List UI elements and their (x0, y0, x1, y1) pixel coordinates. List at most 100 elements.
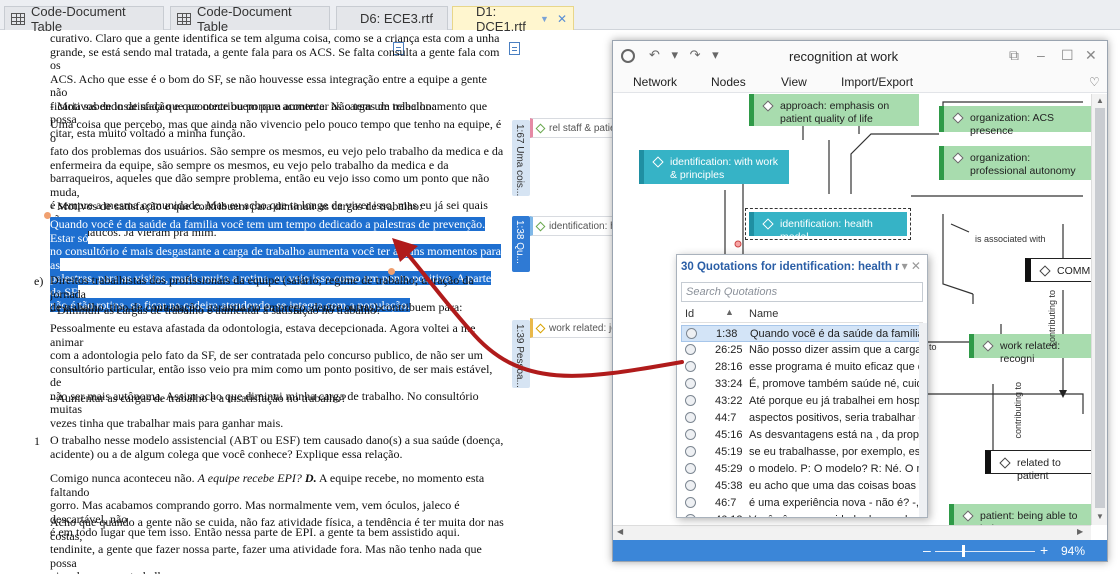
zoom-slider[interactable] (935, 551, 1035, 552)
tab-code-document-table-1[interactable]: Code-Document Table (4, 4, 164, 34)
close-icon[interactable]: ✕ (1085, 47, 1097, 64)
quotation-bar-label: 1:67 Uma cois... (514, 124, 525, 197)
minimize-icon[interactable]: – (1037, 47, 1045, 63)
menu-view[interactable]: View (781, 75, 807, 89)
node-commi[interactable]: COMMI (1025, 258, 1091, 282)
quotation-row[interactable]: 45:38 eu acho que uma das coisas boas tar (681, 478, 923, 495)
quotation-name: esse programa é muito eficaz que é t (749, 361, 923, 373)
quotation-id: 46:7 (715, 497, 737, 509)
window-title: recognition at work (789, 49, 899, 64)
tab-code-document-table-2[interactable]: Code-Document Table (170, 4, 330, 34)
scroll-up-icon[interactable]: ▲ (1096, 96, 1104, 105)
quotation-icon (685, 429, 696, 440)
popup-controls[interactable]: ▾ ✕ (902, 259, 921, 273)
quotation-bar-1-67[interactable]: 1:67 Uma cois... (512, 120, 530, 196)
maximize-icon[interactable]: ☐ (1061, 47, 1074, 64)
scroll-right-icon[interactable]: ▶ (1077, 527, 1083, 536)
quotation-id: 43:22 (715, 395, 743, 407)
app-logo-icon (621, 49, 635, 63)
horizontal-scrollbar[interactable]: ◀ ▶ (613, 525, 1091, 540)
quotation-id: 33:24 (715, 378, 743, 390)
sort-up-icon[interactable]: ▲ (725, 307, 734, 317)
quotation-name: aspectos positivos, seria trabalhar o i (749, 412, 923, 424)
quotation-id: 28:16 (715, 361, 743, 373)
quotation-bar-1-38[interactable]: 1:38 Qu... (512, 216, 530, 272)
quotation-name: eu acho que uma das coisas boas tar (749, 480, 923, 492)
node-organization-acs-presence[interactable]: organization: ACS presence (939, 106, 1091, 137)
vertical-scrollbar[interactable]: ▲ ▼ (1091, 94, 1107, 525)
node-related-to-patient[interactable]: related to patient (985, 450, 1091, 482)
code-node-icon (952, 112, 964, 124)
document-text-area[interactable]: curativo. Claro que a gente identifica s… (50, 30, 505, 574)
text-run: A equipe recebe EPI? (197, 471, 305, 485)
quotation-row[interactable]: 46:7 é uma experiência nova - não é? -, m (681, 495, 923, 512)
margin-code-work-related[interactable]: work related: jo (530, 318, 614, 338)
quotation-row[interactable]: 45:19 se eu trabalhasse, por exemplo, ess… (681, 444, 923, 461)
node-label: patient: being able to help (980, 510, 1078, 525)
node-patient-being-able-to-help[interactable]: patient: being able to help (949, 504, 1091, 525)
tab-d6-ece3[interactable]: D6: ECE3.rtf (336, 6, 448, 55)
code-icon (535, 221, 546, 231)
selection-start-handle[interactable] (44, 212, 51, 219)
quotation-icon (685, 344, 696, 355)
node-label: work related: recogni (1000, 340, 1061, 365)
status-bar: – + 94% (613, 540, 1107, 561)
quotation-row[interactable]: 45:29 o modelo. P: O modelo? R: Né. O m (681, 461, 923, 478)
quotation-icon (685, 412, 696, 423)
quick-access-toolbar[interactable]: ↶ ▾ ↷ ▾ (649, 47, 723, 63)
quotation-row[interactable]: 28:16 esse programa é muito eficaz que é … (681, 359, 923, 376)
code-node-icon (762, 100, 774, 112)
scroll-down-icon[interactable]: ▼ (1096, 512, 1104, 521)
margin-code-rel-staff[interactable]: rel staff & patie (530, 118, 614, 138)
node-work-related-recognition[interactable]: work related: recogni (969, 334, 1091, 365)
quotation-row[interactable]: 46:12 Você vê a necessidade da população (681, 512, 923, 517)
scroll-thumb[interactable] (1095, 108, 1105, 508)
zoom-in-icon[interactable]: + (1040, 542, 1048, 558)
node-approach-emphasis-patient[interactable]: approach: emphasis on patient quality of… (749, 94, 919, 126)
quotation-row[interactable]: 1:38 Quando você é da saúde da família v (681, 325, 923, 342)
node-identification-work-principles[interactable]: identification: with work & principles (639, 150, 789, 184)
list-marker: 1 (34, 434, 40, 448)
quotation-row[interactable]: 44:7 aspectos positivos, seria trabalhar … (681, 410, 923, 427)
quotation-name: se eu trabalhasse, por exemplo, essas (749, 446, 923, 458)
edge-label: contributing to (1047, 290, 1057, 347)
quotation-icon (685, 514, 696, 517)
scroll-left-icon[interactable]: ◀ (617, 527, 623, 536)
node-identification-health-model[interactable]: identification: health model (745, 208, 911, 243)
quotation-bar-1-39[interactable]: 1:39 Pessoa... (512, 320, 530, 388)
close-icon[interactable]: ✕ (557, 12, 567, 26)
quotation-icon (685, 497, 696, 508)
node-label: identification: with work & principles (670, 156, 778, 181)
quotation-row[interactable]: 45:16 As desvantagens está na , da propos… (681, 427, 923, 444)
column-header-name[interactable]: Name (749, 308, 778, 320)
quotation-row[interactable]: 43:22 Até porque eu já trabalhei em hospi… (681, 393, 923, 410)
menu-nodes[interactable]: Nodes (711, 75, 746, 89)
ribbon-collapse-icon[interactable]: ♡ (1089, 75, 1100, 89)
list-scrollbar[interactable] (919, 323, 927, 517)
code-label: rel staff & patie (549, 122, 614, 134)
chevron-down-icon[interactable]: ▼ (540, 14, 549, 24)
column-header-id[interactable]: Id (685, 308, 694, 320)
quotation-name: Quando você é da saúde da família v (750, 328, 923, 340)
tab-d1-dce1[interactable]: D1: DCE1.rtf ▼ ✕ (452, 4, 574, 55)
node-label: COMMI (1057, 265, 1091, 277)
node-label: organization: ACS presence (970, 112, 1055, 137)
selection-end-handle[interactable] (388, 268, 395, 275)
node-label: approach: emphasis on patient quality of… (780, 100, 890, 125)
code-label: work related: jo (549, 322, 614, 334)
tab-label: D1: DCE1.rtf (476, 3, 526, 34)
margin-code-identification[interactable]: identification: h (530, 216, 614, 236)
menu-network[interactable]: Network (633, 75, 677, 89)
zoom-slider-thumb[interactable] (962, 545, 965, 557)
zoom-out-icon[interactable]: – (923, 542, 931, 558)
quotation-row[interactable]: 26:25 Não posso dizer assim que a carga d (681, 342, 923, 359)
node-label: related to patient (1017, 457, 1061, 482)
search-quotations-input[interactable]: Search Quotations (681, 282, 923, 302)
quotation-row[interactable]: 33:24 É, promove também saúde né, cuida (681, 376, 923, 393)
restore-icon[interactable]: ⧉ (1009, 47, 1019, 64)
code-node-icon (982, 340, 994, 352)
code-node-icon (962, 510, 974, 522)
menu-import-export[interactable]: Import/Export (841, 75, 913, 89)
quotation-id: 45:38 (715, 480, 743, 492)
node-organization-professional-autonomy[interactable]: organization: professional autonomy (939, 146, 1091, 180)
